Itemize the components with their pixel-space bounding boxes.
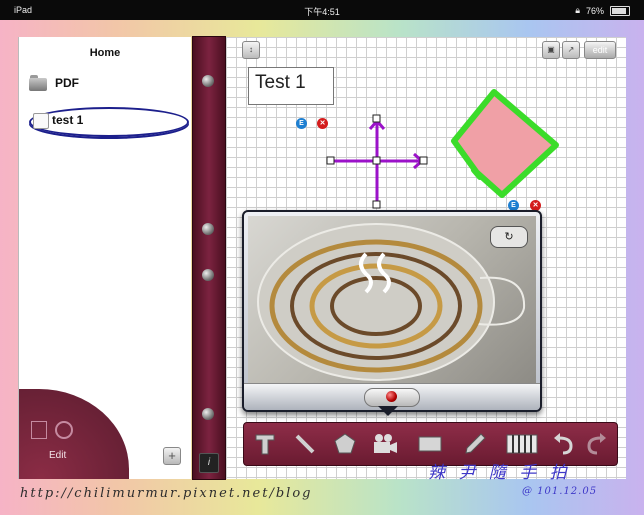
video-camera-icon[interactable] [370,429,400,459]
camera-popup: ↻ [242,210,542,412]
rectangle-tool-icon[interactable] [415,429,445,459]
info-button[interactable]: i [199,453,219,473]
binder-ring [202,75,214,87]
keyboard-icon[interactable] [504,429,540,459]
status-right: 🔒︎ 76% [575,5,630,16]
file-list-panel: Home PDF test 1 Edit + [18,37,191,479]
text-tool-icon[interactable] [250,429,280,459]
pen-tool-icon[interactable] [460,429,490,459]
edit-button[interactable]: Edit [49,450,66,461]
panel-title: Home [89,47,121,59]
battery-icon [610,5,630,16]
diamond-shape [451,89,559,198]
lock-icon: 🔒︎ [575,5,580,15]
battery-percent: 76% [585,5,604,16]
status-time: 下午4:51 [304,7,340,17]
record-button[interactable] [364,388,420,407]
trash-icon[interactable] [31,421,47,439]
arrow-shape[interactable] [326,114,428,209]
watermark-signature: 辣 尹 隨 手 拍 [428,463,571,483]
pentagon-tool-icon[interactable] [330,429,360,459]
redo-icon[interactable] [582,429,612,459]
status-bar: iPad 下午4:51 🔒︎ 76% [0,0,644,20]
file-item-pdf[interactable]: PDF [29,75,79,91]
settings-icon[interactable] [55,421,73,439]
binder-ring [202,223,214,235]
note-icon [33,113,49,129]
camera-switch-icon[interactable]: ↻ [490,226,528,248]
undo-icon[interactable] [548,429,578,459]
file-item-label: PDF [55,76,79,90]
line-tool-icon[interactable] [290,429,320,459]
binder-ring [202,408,214,420]
watermark-date: @ 101.12.05 [522,486,598,497]
file-item-test1[interactable]: test 1 [52,113,83,127]
add-note-button[interactable]: + [163,447,181,465]
binder-ring [202,269,214,281]
shapes-layer [326,89,559,209]
binder-spine: i [192,36,226,480]
watermark-url: http://chilimurmur.pixnet.net/blog [20,486,313,501]
folder-icon [29,75,47,91]
record-icon [386,391,397,402]
leather-corner: Edit [19,389,129,479]
camera-preview: ↻ [248,216,536,384]
popup-arrow [378,406,398,416]
